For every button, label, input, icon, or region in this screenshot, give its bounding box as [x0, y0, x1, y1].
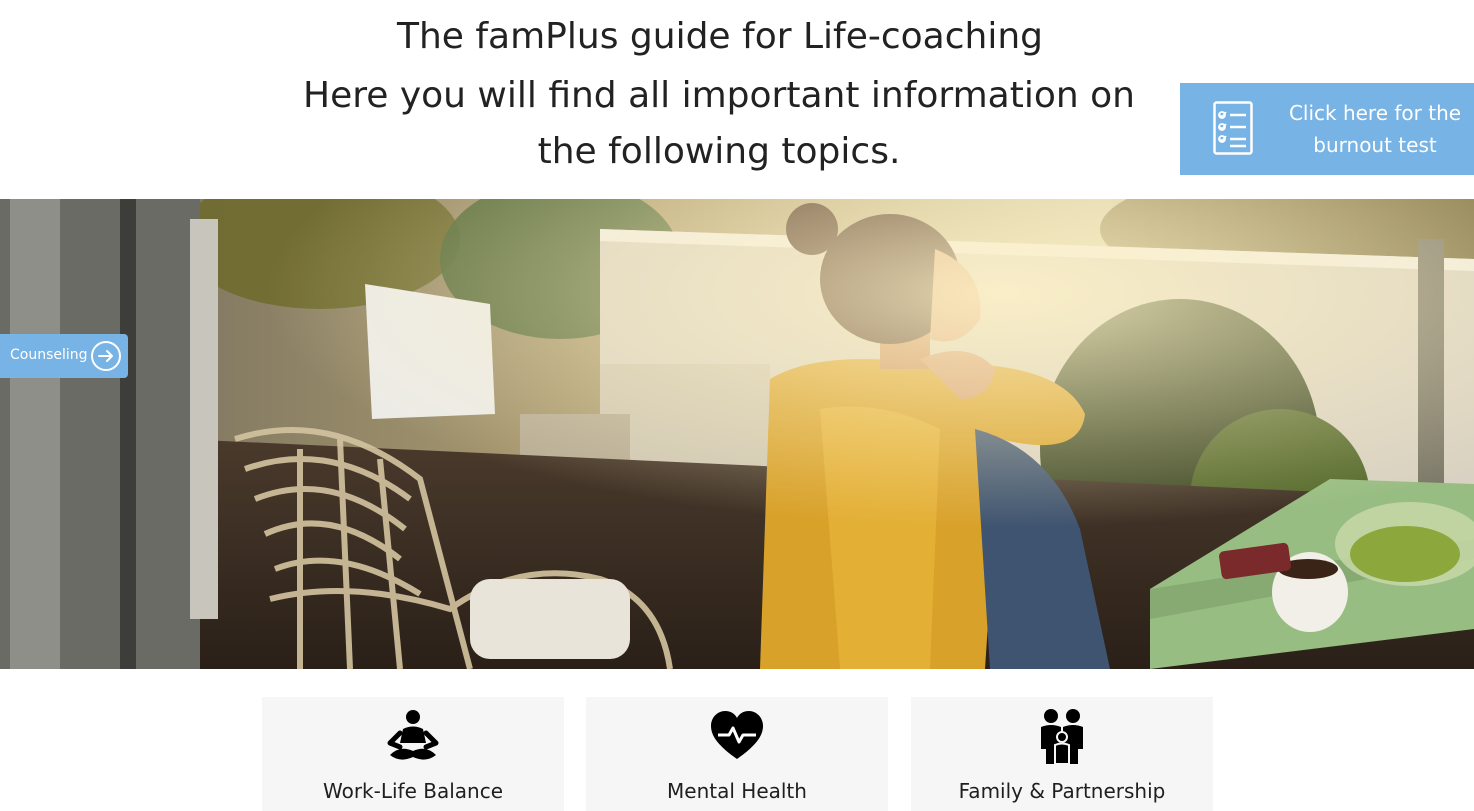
topic-card-mental-health[interactable]: Mental Health — [586, 697, 888, 811]
checklist-document-icon — [1213, 101, 1253, 155]
topic-label: Work-Life Balance — [322, 779, 504, 803]
family-icon — [1041, 709, 1083, 765]
hero-image — [0, 199, 1474, 669]
heart-pulse-icon — [711, 711, 763, 759]
page-subtitle: Here you will find all important informa… — [303, 75, 1135, 172]
counseling-tab[interactable]: Counseling — [0, 334, 128, 378]
topic-label: Mental Health — [667, 779, 807, 803]
topic-card-family-partnership[interactable]: Family & Partnership — [911, 697, 1213, 811]
topic-label: Family & Partnership — [958, 779, 1166, 803]
burnout-test-label: Click here for the burnout test — [1288, 101, 1462, 157]
burnout-test-button[interactable]: Click here for the burnout test — [1180, 83, 1474, 175]
meditation-person-icon — [387, 710, 439, 760]
arrow-right-circle-icon — [91, 341, 121, 371]
topic-card-work-life-balance[interactable]: Work-Life Balance — [262, 697, 564, 811]
counseling-label: Counseling — [10, 347, 88, 363]
page-title: The famPlus guide for Life-coaching — [396, 16, 1043, 57]
